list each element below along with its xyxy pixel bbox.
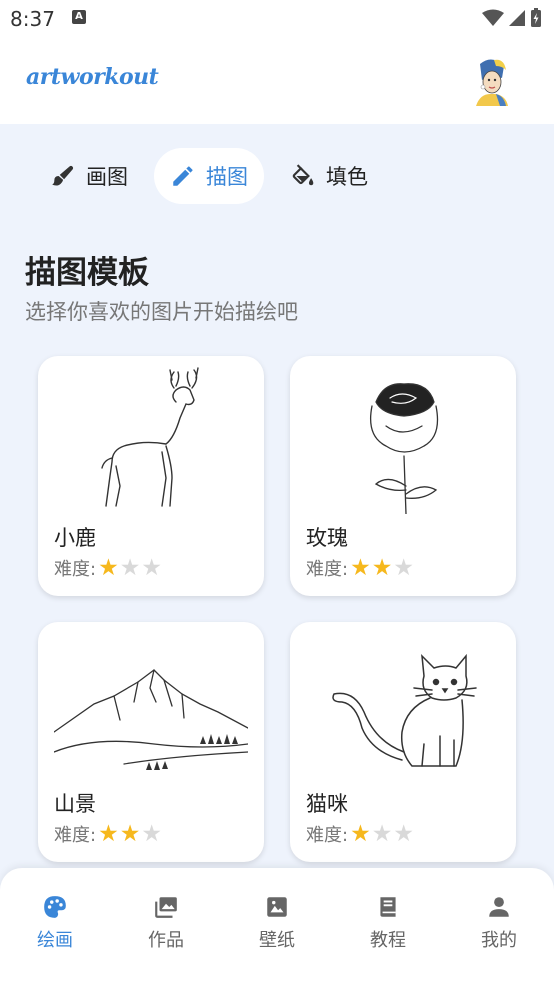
tab-trace-label: 描图 — [206, 165, 248, 189]
section-title: 描图模板 — [25, 255, 149, 291]
star-icon: ★ — [119, 555, 141, 581]
person-icon — [489, 897, 509, 917]
pencil-icon — [173, 166, 193, 186]
app-logo: artworkout — [26, 64, 159, 90]
template-card-cat[interactable]: 猫咪 难度: ★ ★ ★ — [290, 622, 516, 862]
rose-image — [369, 383, 439, 514]
template-name: 山景 — [54, 792, 96, 816]
difficulty-label: 难度: — [54, 825, 97, 846]
template-name: 玫瑰 — [306, 526, 348, 550]
star-icon: ★ — [371, 555, 393, 581]
bottom-nav: 绘画 作品 壁纸 教程 我的 — [0, 868, 554, 984]
difficulty: 难度: ★ ★ ★ — [306, 821, 415, 847]
tab-trace[interactable]: 描图 — [154, 148, 264, 204]
star-icon: ★ — [141, 555, 162, 581]
a-icon: A — [72, 10, 86, 24]
star-icon: ★ — [371, 821, 393, 847]
app-header: artworkout — [0, 36, 554, 124]
tab-draw-label: 画图 — [86, 165, 128, 189]
image-icon — [267, 897, 287, 917]
template-card-mountain[interactable]: 山景 难度: ★ ★ ★ — [38, 622, 264, 862]
gallery-icon — [155, 897, 177, 918]
difficulty-stars: ★ ★ ★ — [98, 822, 163, 846]
tab-color[interactable]: 填色 — [274, 148, 384, 204]
nav-item-tutorial[interactable]: 教程 — [333, 894, 443, 952]
palette-icon — [44, 896, 66, 918]
mountain-image — [54, 669, 248, 770]
difficulty: 难度: ★ ★ ★ — [306, 555, 415, 581]
difficulty-stars: ★ ★ ★ — [98, 556, 163, 580]
template-name: 猫咪 — [306, 792, 348, 816]
status-bar: 8:37 A — [0, 0, 554, 36]
star-icon: ★ — [350, 821, 371, 847]
difficulty-stars: ★ ★ ★ — [350, 822, 415, 846]
mode-tabs: 画图 描图 填色 — [34, 148, 384, 204]
difficulty-stars: ★ ★ ★ — [350, 556, 415, 580]
status-icons — [482, 8, 542, 28]
book-icon — [380, 897, 396, 917]
status-time: 8:37 — [10, 7, 55, 31]
signal-icon — [509, 10, 525, 26]
difficulty-label: 难度: — [54, 559, 97, 580]
nav-item-profile[interactable]: 我的 — [444, 894, 554, 952]
nav-label: 我的 — [481, 930, 517, 951]
template-card-deer[interactable]: 小鹿 难度: ★ ★ ★ — [38, 356, 264, 596]
difficulty: 难度: ★ ★ ★ — [54, 555, 163, 581]
star-icon: ★ — [98, 555, 119, 581]
difficulty-label: 难度: — [306, 825, 349, 846]
paint-bucket-icon — [292, 164, 314, 186]
cat-image — [332, 653, 477, 767]
brush-icon — [52, 165, 74, 186]
avatar[interactable] — [470, 56, 514, 106]
tab-draw[interactable]: 画图 — [34, 148, 144, 204]
star-icon: ★ — [393, 555, 414, 581]
deer-image — [101, 367, 199, 507]
nav-item-wallpaper[interactable]: 壁纸 — [222, 894, 332, 952]
star-icon: ★ — [119, 821, 141, 847]
template-card-rose[interactable]: 玫瑰 难度: ★ ★ ★ — [290, 356, 516, 596]
star-icon: ★ — [141, 821, 162, 847]
nav-label: 作品 — [148, 930, 184, 951]
difficulty-label: 难度: — [306, 559, 349, 580]
nav-label: 绘画 — [37, 930, 73, 951]
nav-item-draw[interactable]: 绘画 — [0, 894, 110, 952]
nav-label: 壁纸 — [259, 930, 295, 951]
template-name: 小鹿 — [54, 526, 96, 550]
nav-item-works[interactable]: 作品 — [111, 894, 221, 952]
tab-color-label: 填色 — [326, 165, 368, 189]
star-icon: ★ — [393, 821, 414, 847]
section-subtitle: 选择你喜欢的图片开始描绘吧 — [25, 300, 298, 324]
difficulty: 难度: ★ ★ ★ — [54, 821, 163, 847]
star-icon: ★ — [350, 555, 371, 581]
wifi-icon — [482, 9, 504, 26]
nav-label: 教程 — [370, 930, 406, 951]
battery-icon — [531, 8, 541, 27]
star-icon: ★ — [98, 821, 119, 847]
